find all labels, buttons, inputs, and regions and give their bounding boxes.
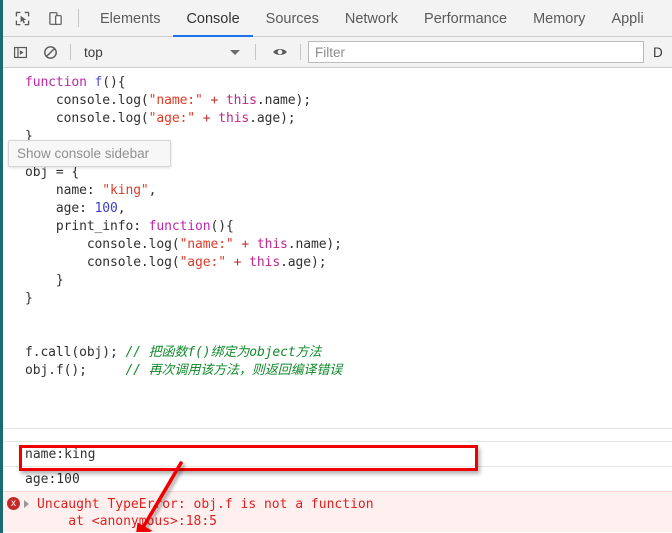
code-token: "name:" (179, 237, 234, 252)
error-line-2: at <anonymous>:18:5 (37, 514, 218, 529)
console-log-row[interactable]: age:100 (3, 466, 672, 491)
chevron-down-icon (230, 49, 240, 55)
code-line: console.log("age:" + this.age); (25, 254, 672, 272)
tab-application[interactable]: Appli (598, 0, 656, 37)
filter-input[interactable] (309, 44, 643, 60)
code-token: this (225, 93, 257, 108)
console-toolbar: top D (3, 37, 672, 68)
device-toolbar-icon[interactable] (41, 4, 69, 32)
code-token: , (117, 201, 126, 216)
code-token: print_info: (55, 219, 149, 234)
code-token: // 再次调用该方法，则返回编译错误 (125, 363, 343, 378)
execution-context-select[interactable]: top (78, 41, 248, 63)
code-line: f.call(obj); // 把函数f()绑定为object方法 (25, 344, 672, 362)
code-line: } (25, 290, 672, 308)
console-log-row[interactable]: name:king (3, 441, 672, 466)
error-message-text: Uncaught TypeError: obj.f is not a funct… (25, 496, 374, 530)
code-token: obj = { (25, 165, 80, 180)
tab-network[interactable]: Network (332, 0, 411, 37)
tab-memory[interactable]: Memory (520, 0, 598, 37)
log-levels-dropdown[interactable]: D (653, 45, 663, 60)
code-token: console.log( (55, 93, 149, 108)
toolbar-divider-2 (255, 44, 256, 60)
clear-console-icon[interactable] (37, 39, 63, 65)
code-token: + (202, 111, 211, 126)
toolbar-divider-1 (70, 44, 71, 60)
code-token: console.log( (86, 237, 180, 252)
code-token: obj.f(); (25, 363, 126, 378)
code-token: .age); (280, 255, 327, 270)
code-token: function (148, 219, 211, 234)
code-line: print_info: function(){ (25, 218, 672, 236)
tab-sources[interactable]: Sources (253, 0, 332, 37)
error-line-1: Uncaught TypeError: obj.f is not a funct… (37, 497, 374, 512)
code-token: f.call(obj); (25, 345, 126, 360)
code-token: function (25, 75, 95, 90)
console-message-spacer (3, 428, 672, 441)
code-token: .age); (249, 111, 296, 126)
console-body: function f(){ console.log("name:" + this… (3, 68, 672, 532)
code-line: } (25, 272, 672, 290)
code-token: + (241, 237, 250, 252)
code-token: .name); (287, 237, 342, 252)
code-token: this (218, 111, 250, 126)
code-token: , (148, 183, 157, 198)
console-filter-box[interactable] (308, 41, 644, 63)
code-token: .name); (256, 93, 311, 108)
inspect-element-icon[interactable] (8, 4, 36, 32)
console-error-row[interactable]: x Uncaught TypeError: obj.f is not a fun… (3, 491, 672, 532)
code-line: console.log("name:" + this.name); (25, 92, 672, 110)
code-token: } (55, 273, 64, 288)
show-console-sidebar-icon[interactable] (7, 39, 33, 65)
error-badge-icon: x (7, 497, 20, 510)
code-token: "name:" (148, 93, 203, 108)
code-line: obj.f(); // 再次调用该方法，则返回编译错误 (25, 362, 672, 380)
tabbar-divider (78, 9, 79, 27)
devtools-tab-bar: Elements Console Sources Network Perform… (3, 0, 672, 37)
code-line: console.log("age:" + this.age); (25, 110, 672, 128)
tab-performance[interactable]: Performance (411, 0, 520, 37)
code-token: name: (55, 183, 103, 198)
code-line: name: "king", (25, 182, 672, 200)
code-token: age: (55, 201, 95, 216)
code-line: function f(){ (25, 74, 672, 92)
tab-elements[interactable]: Elements (87, 0, 173, 37)
code-token: this (249, 255, 281, 270)
console-messages: name:king age:100 x Uncaught TypeError: … (3, 428, 672, 532)
toolbar-divider-3 (300, 44, 301, 60)
code-token: console.log( (86, 255, 180, 270)
code-token: // 把函数f()绑定为object方法 (125, 345, 322, 360)
code-token: console.log( (55, 111, 149, 126)
code-token: "age:" (179, 255, 226, 270)
execution-context-value: top (84, 44, 103, 60)
create-live-expression-eye-icon[interactable] (267, 39, 293, 65)
console-code-entry: function f(){ console.log("name:" + this… (3, 68, 672, 380)
code-token: (){ (102, 75, 126, 90)
code-line: age: 100, (25, 200, 672, 218)
tab-console[interactable]: Console (173, 0, 253, 37)
expand-triangle-icon[interactable] (24, 500, 29, 508)
code-token: (){ (210, 219, 234, 234)
sidebar-tooltip: Show console sidebar (8, 140, 171, 167)
code-line: console.log("name:" + this.name); (25, 236, 672, 254)
code-token: 100 (94, 201, 118, 216)
code-token: "king" (102, 183, 149, 198)
devtools-window: Elements Console Sources Network Perform… (0, 0, 672, 533)
code-token: } (25, 291, 33, 306)
code-token: "age:" (148, 111, 196, 126)
code-token: this (256, 237, 288, 252)
